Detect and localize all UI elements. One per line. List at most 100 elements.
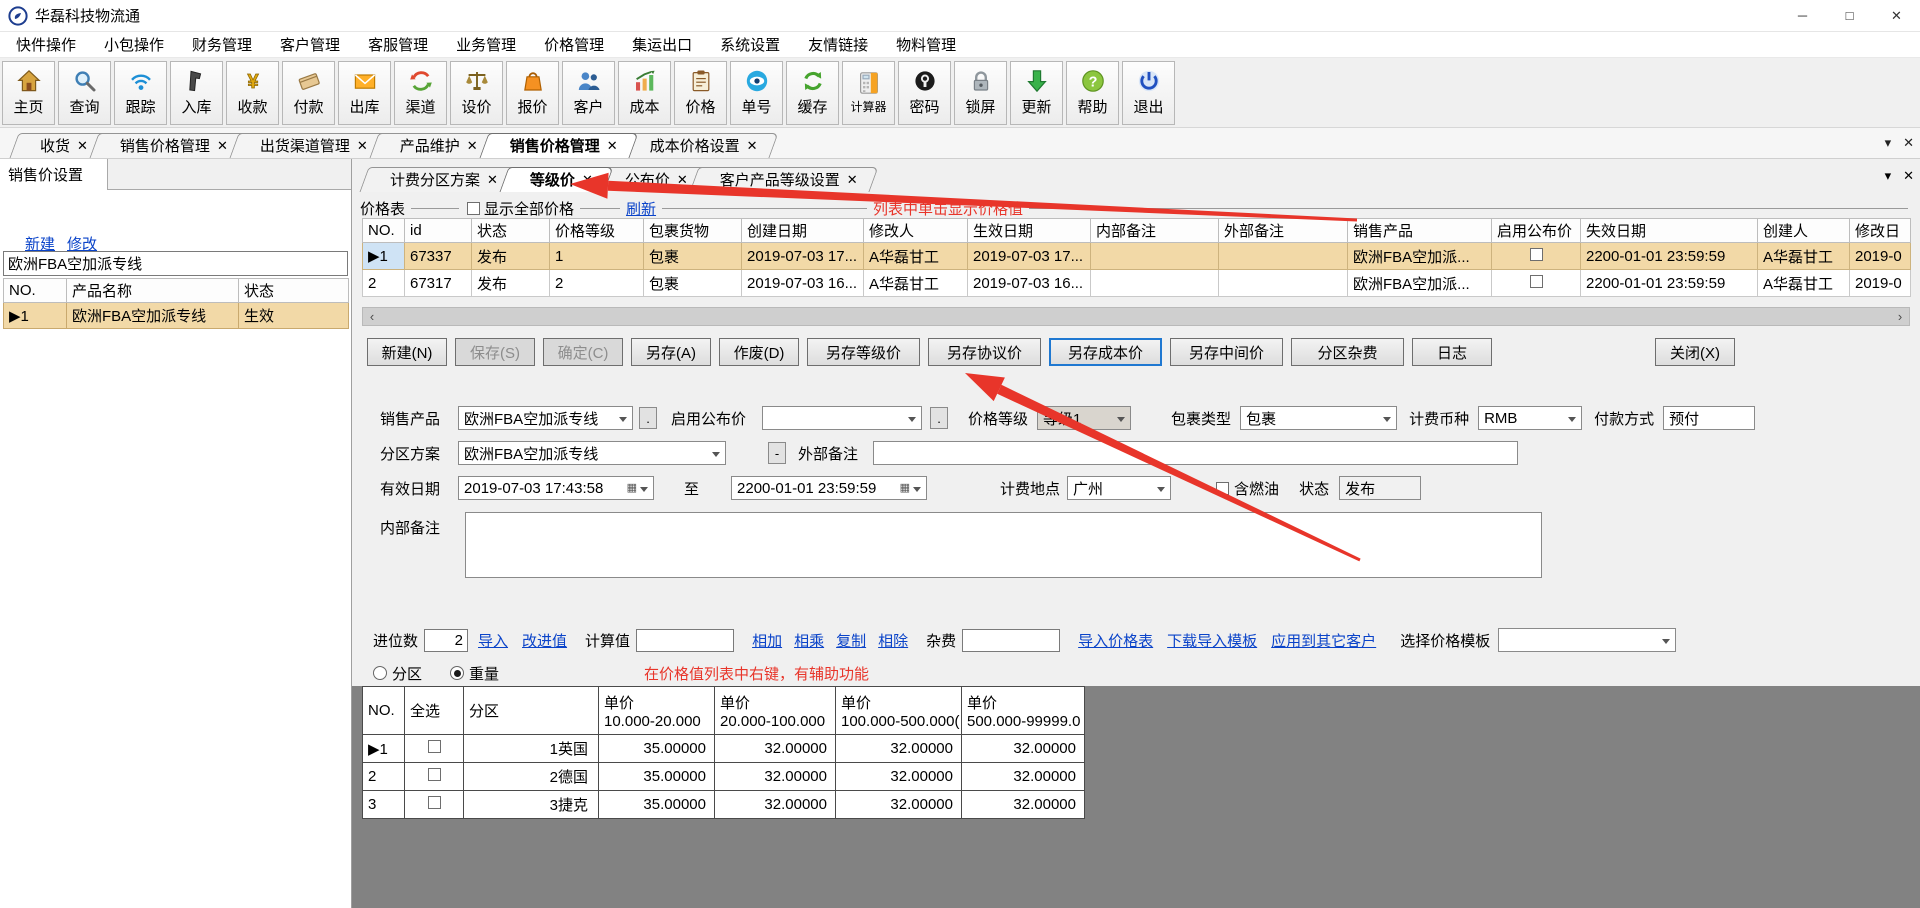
toolbar-update-button[interactable]: 更新 bbox=[1010, 61, 1063, 125]
maximize-button[interactable]: □ bbox=[1826, 0, 1873, 32]
sales-product-more-button[interactable]: . bbox=[639, 407, 657, 429]
column-header[interactable]: 价格等级 bbox=[550, 219, 644, 243]
price-cell[interactable]: 35.00000 bbox=[599, 735, 715, 763]
menubar-item-6[interactable]: 业务管理 bbox=[452, 32, 520, 57]
price-cell[interactable]: 32.00000 bbox=[962, 735, 1085, 763]
tab-close-icon[interactable]: ✕ bbox=[357, 138, 368, 154]
minimize-button[interactable]: ─ bbox=[1779, 0, 1826, 32]
close-button[interactable]: ✕ bbox=[1873, 0, 1920, 32]
toolbar-password-button[interactable]: 密码 bbox=[898, 61, 951, 125]
subtab-dropdown-icon[interactable]: ▾ bbox=[1885, 168, 1892, 184]
table-row[interactable]: ▶167337发布1包裹2019-07-03 17...A华磊甘工2019-07… bbox=[363, 243, 1911, 270]
menubar-item-10[interactable]: 友情链接 bbox=[804, 32, 872, 57]
price-tab-1[interactable]: 计费分区方案✕ bbox=[364, 167, 514, 192]
apply-to-other-customers-link[interactable]: 应用到其它客户 bbox=[1271, 630, 1376, 651]
billing-place-select[interactable]: 广州 bbox=[1067, 476, 1171, 500]
publish-price-select[interactable] bbox=[762, 406, 922, 430]
copy-link[interactable]: 复制 bbox=[836, 630, 866, 651]
toolbar-set-price-button[interactable]: 设价 bbox=[450, 61, 503, 125]
multiply-link[interactable]: 相乘 bbox=[794, 630, 824, 651]
action-button-3[interactable]: 确定(C) bbox=[543, 338, 623, 366]
price-cell[interactable]: 32.00000 bbox=[715, 791, 836, 819]
price-cell[interactable]: 32.00000 bbox=[836, 735, 962, 763]
toolbar-quote-button[interactable]: 报价 bbox=[506, 61, 559, 125]
tab-close-icon[interactable]: ✕ bbox=[77, 138, 88, 154]
action-button-7[interactable]: 另存协议价 bbox=[928, 338, 1041, 366]
horizontal-scrollbar[interactable]: ‹ › bbox=[362, 307, 1910, 326]
column-header[interactable]: 创建人 bbox=[1758, 219, 1850, 243]
payment-method-field[interactable]: 预付 bbox=[1663, 406, 1755, 430]
publish-price-more-button[interactable]: . bbox=[930, 407, 948, 429]
column-header[interactable]: 销售产品 bbox=[1348, 219, 1492, 243]
column-header[interactable]: 失效日期 bbox=[1581, 219, 1758, 243]
price-tab-4[interactable]: 客户产品等级设置✕ bbox=[694, 167, 874, 192]
valid-to-datepicker[interactable]: 2200-01-01 23:59:59▦ bbox=[731, 476, 927, 500]
toolbar-home-button[interactable]: 主页 bbox=[2, 61, 55, 125]
toolbar-customer-button[interactable]: 客户 bbox=[562, 61, 615, 125]
main-tab-5[interactable]: 销售价格管理✕ bbox=[484, 133, 634, 158]
column-header[interactable]: 修改人 bbox=[864, 219, 968, 243]
toolbar-price-button[interactable]: 价格 bbox=[674, 61, 727, 125]
misc-fee-input[interactable] bbox=[962, 629, 1060, 652]
product-filter-input[interactable]: 欧洲FBA空加派专线 bbox=[3, 251, 348, 276]
price-cell[interactable]: 35.00000 bbox=[599, 763, 715, 791]
subtab-close-icon[interactable]: ✕ bbox=[1903, 168, 1914, 184]
import-price-table-link[interactable]: 导入价格表 bbox=[1078, 630, 1153, 651]
carry-digits-input[interactable]: 2 bbox=[424, 629, 468, 652]
show-all-prices-checkbox[interactable] bbox=[467, 202, 480, 215]
toolbar-receive-payment-button[interactable]: ¥收款 bbox=[226, 61, 279, 125]
column-header[interactable]: 创建日期 bbox=[742, 219, 864, 243]
action-button-9[interactable]: 另存中间价 bbox=[1170, 338, 1283, 366]
price-tab-2[interactable]: 等级价✕ bbox=[504, 167, 609, 192]
column-header[interactable]: 单价100.000-500.000( bbox=[836, 687, 962, 735]
table-row[interactable]: 22德国35.0000032.0000032.0000032.00000 bbox=[363, 763, 1085, 791]
column-header[interactable]: id bbox=[405, 219, 472, 243]
refresh-link[interactable]: 刷新 bbox=[626, 198, 656, 219]
action-button-10[interactable]: 分区杂费 bbox=[1291, 338, 1404, 366]
tab-sales-price-settings[interactable]: 销售价设置 bbox=[0, 159, 108, 190]
column-header[interactable]: 单价10.000-20.000 bbox=[599, 687, 715, 735]
action-button-8[interactable]: 另存成本价 bbox=[1049, 338, 1162, 366]
column-header[interactable]: 全选 bbox=[405, 687, 464, 735]
tab-close-icon[interactable]: ✕ bbox=[582, 172, 593, 188]
toolbar-lock-screen-button[interactable]: 锁屏 bbox=[954, 61, 1007, 125]
scroll-left-icon[interactable]: ‹ bbox=[363, 309, 381, 324]
toolbar-exit-button[interactable]: 退出 bbox=[1122, 61, 1175, 125]
price-tab-3[interactable]: 公布价✕ bbox=[599, 167, 704, 192]
zone-plan-more-button[interactable]: - bbox=[768, 442, 786, 464]
column-header[interactable]: NO. bbox=[363, 687, 405, 735]
external-note-input[interactable] bbox=[873, 441, 1518, 465]
toolbar-payment-button[interactable]: 付款 bbox=[282, 61, 335, 125]
sales-product-select[interactable]: 欧洲FBA空加派专线 bbox=[458, 406, 633, 430]
column-header[interactable]: 分区 bbox=[464, 687, 599, 735]
valid-from-datepicker[interactable]: 2019-07-03 17:43:58▦ bbox=[458, 476, 654, 500]
tab-close-icon[interactable]: ✕ bbox=[607, 138, 618, 154]
publish-price-checkbox[interactable] bbox=[1530, 248, 1543, 261]
action-button-2[interactable]: 保存(S) bbox=[455, 338, 535, 366]
table-row[interactable]: 267317发布2包裹2019-07-03 16...A华磊甘工2019-07-… bbox=[363, 270, 1911, 297]
action-button-4[interactable]: 另存(A) bbox=[631, 338, 711, 366]
weight-radio[interactable] bbox=[450, 666, 464, 680]
currency-select[interactable]: RMB bbox=[1478, 406, 1582, 430]
price-cell[interactable]: 32.00000 bbox=[962, 791, 1085, 819]
adjust-value-link[interactable]: 改进值 bbox=[522, 630, 567, 651]
column-header[interactable]: 单价500.000-99999.0 bbox=[962, 687, 1085, 735]
toolbar-search-button[interactable]: 查询 bbox=[58, 61, 111, 125]
row-select-checkbox[interactable] bbox=[428, 768, 441, 781]
menubar-item-5[interactable]: 客服管理 bbox=[364, 32, 432, 57]
price-cell[interactable]: 32.00000 bbox=[836, 763, 962, 791]
main-tab-4[interactable]: 产品维护✕ bbox=[374, 133, 494, 158]
divide-link[interactable]: 相除 bbox=[878, 630, 908, 651]
column-header[interactable]: 启用公布价 bbox=[1492, 219, 1581, 243]
zone-radio[interactable] bbox=[373, 666, 387, 680]
menubar-item-2[interactable]: 小包操作 bbox=[100, 32, 168, 57]
main-tab-6[interactable]: 成本价格设置✕ bbox=[624, 133, 774, 158]
tab-close-icon[interactable]: ✕ bbox=[487, 172, 498, 188]
tabbar-dropdown-icon[interactable]: ▾ bbox=[1885, 135, 1892, 151]
menubar-item-3[interactable]: 财务管理 bbox=[188, 32, 256, 57]
table-row[interactable]: ▶1 欧洲FBA空加派专线 生效 bbox=[4, 303, 349, 329]
column-header[interactable]: 修改日 bbox=[1850, 219, 1911, 243]
calc-value-input[interactable] bbox=[636, 629, 734, 652]
menubar-item-8[interactable]: 集运出口 bbox=[628, 32, 696, 57]
toolbar-cache-button[interactable]: 缓存 bbox=[786, 61, 839, 125]
